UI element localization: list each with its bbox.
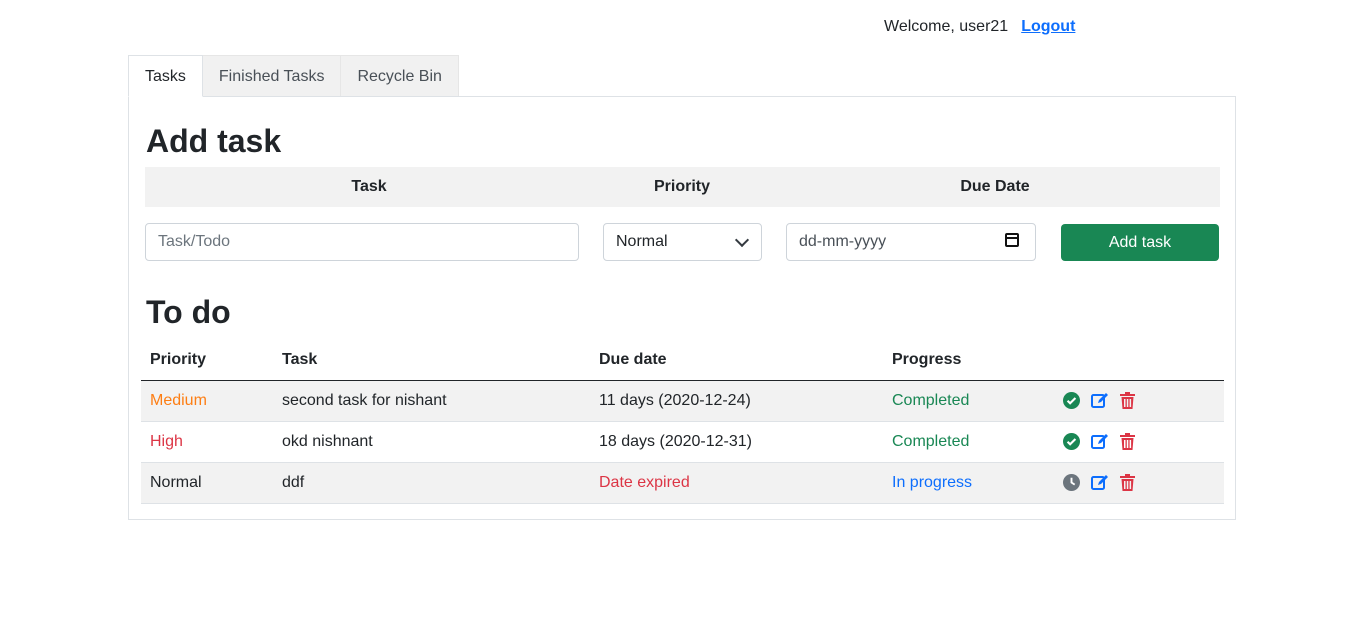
- trash-icon[interactable]: [1120, 433, 1135, 450]
- priority-column-label: Priority: [653, 178, 711, 195]
- welcome-text: Welcome, user21: [884, 18, 1009, 35]
- progress-cell: Completed: [892, 433, 970, 450]
- tab-finished-tasks[interactable]: Finished Tasks: [201, 55, 342, 96]
- task-cell: second task for nishant: [282, 392, 447, 409]
- check-circle-icon[interactable]: [1063, 433, 1080, 450]
- table-row: Medium second task for nishant 11 days (…: [141, 381, 1224, 422]
- add-task-form-header: Task Priority Due Date: [145, 167, 1220, 207]
- due-cell: 18 days (2020-12-31): [599, 433, 752, 450]
- tasks-panel: Add task Task Priority Due Date Normal d…: [128, 96, 1236, 520]
- edit-icon[interactable]: [1091, 433, 1109, 450]
- tab-tasks[interactable]: Tasks: [128, 55, 203, 97]
- edit-icon[interactable]: [1091, 474, 1109, 491]
- row-actions: [1063, 392, 1135, 409]
- chevron-down-icon: [734, 232, 750, 248]
- calendar-icon[interactable]: [1005, 233, 1019, 247]
- clock-icon[interactable]: [1063, 474, 1080, 491]
- add-task-button[interactable]: Add task: [1061, 224, 1219, 261]
- table-row: Normal ddf Date expired In progress: [141, 463, 1224, 504]
- user-bar: Welcome, user21 Logout: [884, 18, 1075, 36]
- row-actions: [1063, 433, 1135, 450]
- tab-bar: Tasks Finished Tasks Recycle Bin: [128, 55, 459, 97]
- due-date-column-label: Due Date: [960, 178, 1030, 195]
- edit-icon[interactable]: [1091, 392, 1109, 409]
- priority-cell: Medium: [150, 392, 207, 409]
- priority-header: Priority: [150, 351, 207, 368]
- task-header: Task: [282, 351, 318, 368]
- trash-icon[interactable]: [1120, 474, 1135, 491]
- todo-heading: To do: [146, 294, 231, 330]
- task-column-label: Task: [351, 178, 387, 195]
- progress-cell: Completed: [892, 392, 970, 409]
- add-task-heading: Add task: [146, 123, 282, 159]
- task-cell: ddf: [282, 474, 305, 491]
- priority-cell: High: [150, 433, 183, 450]
- priority-cell: Normal: [150, 474, 202, 491]
- trash-icon[interactable]: [1120, 392, 1135, 409]
- due-cell: 11 days (2020-12-24): [599, 392, 751, 409]
- progress-header: Progress: [892, 351, 962, 368]
- priority-select[interactable]: Normal: [603, 223, 762, 261]
- todo-table: Priority Task Due date Progress Medium s…: [141, 339, 1224, 504]
- todo-table-header: Priority Task Due date Progress: [141, 339, 1224, 381]
- priority-selected-value: Normal: [616, 233, 668, 250]
- check-circle-icon[interactable]: [1063, 392, 1080, 409]
- due-cell: Date expired: [599, 474, 690, 491]
- progress-cell: In progress: [892, 474, 973, 491]
- due-date-input[interactable]: dd-mm-yyyy: [786, 223, 1036, 261]
- task-input[interactable]: [145, 223, 579, 261]
- due-date-placeholder: dd-mm-yyyy: [799, 233, 887, 250]
- due-date-header: Due date: [599, 351, 667, 368]
- tab-recycle-bin[interactable]: Recycle Bin: [340, 55, 459, 96]
- logout-link[interactable]: Logout: [1021, 18, 1075, 36]
- row-actions: [1063, 474, 1135, 491]
- task-cell: okd nishnant: [282, 433, 373, 450]
- table-row: High okd nishnant 18 days (2020-12-31) C…: [141, 422, 1224, 463]
